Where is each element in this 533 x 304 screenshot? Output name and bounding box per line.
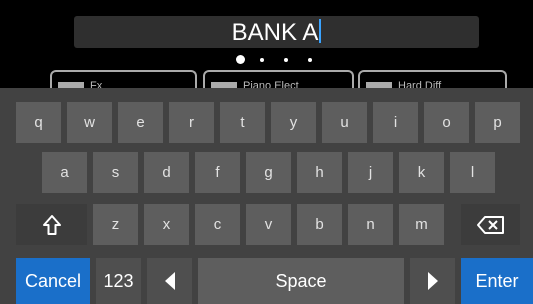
shift-key[interactable] <box>16 204 87 245</box>
page-dot-3 <box>284 58 288 62</box>
key-f[interactable]: f <box>195 152 240 193</box>
key-v[interactable]: v <box>246 204 291 245</box>
numbers-mode-key[interactable]: 123 <box>96 258 141 304</box>
name-input-text: BANK A <box>74 16 479 48</box>
key-h[interactable]: h <box>297 152 342 193</box>
key-l[interactable]: l <box>450 152 495 193</box>
on-screen-keyboard: q w e r t y u i o p a s d f g h j k l z … <box>0 88 533 304</box>
key-q[interactable]: q <box>16 102 61 143</box>
page-indicator <box>0 52 533 68</box>
name-input[interactable]: BANK A <box>74 16 479 48</box>
key-t[interactable]: t <box>220 102 265 143</box>
enter-button[interactable]: Enter <box>461 258 533 304</box>
key-z[interactable]: z <box>93 204 138 245</box>
backspace-icon <box>476 215 506 235</box>
key-m[interactable]: m <box>399 204 444 245</box>
key-j[interactable]: j <box>348 152 393 193</box>
page-dot-1 <box>236 55 245 64</box>
triangle-left-icon <box>163 271 177 291</box>
key-a[interactable]: a <box>42 152 87 193</box>
shift-arrow-icon <box>42 214 62 236</box>
key-o[interactable]: o <box>424 102 469 143</box>
key-u[interactable]: u <box>322 102 367 143</box>
key-w[interactable]: w <box>67 102 112 143</box>
key-r[interactable]: r <box>169 102 214 143</box>
key-p[interactable]: p <box>475 102 520 143</box>
cursor-right-key[interactable] <box>410 258 455 304</box>
name-value: BANK A <box>231 19 319 46</box>
key-k[interactable]: k <box>399 152 444 193</box>
key-y[interactable]: y <box>271 102 316 143</box>
text-caret <box>319 19 322 43</box>
key-i[interactable]: i <box>373 102 418 143</box>
key-g[interactable]: g <box>246 152 291 193</box>
key-e[interactable]: e <box>118 102 163 143</box>
space-key[interactable]: Space <box>198 258 404 304</box>
key-s[interactable]: s <box>93 152 138 193</box>
header-area: BANK A Fx Piano Elect Hard Diff <box>0 0 533 96</box>
key-b[interactable]: b <box>297 204 342 245</box>
key-c[interactable]: c <box>195 204 240 245</box>
cancel-button[interactable]: Cancel <box>16 258 90 304</box>
triangle-right-icon <box>426 271 440 291</box>
page-dot-4 <box>308 58 312 62</box>
page-dot-2 <box>260 58 264 62</box>
cursor-left-key[interactable] <box>147 258 192 304</box>
backspace-key[interactable] <box>461 204 520 245</box>
key-x[interactable]: x <box>144 204 189 245</box>
key-n[interactable]: n <box>348 204 393 245</box>
key-d[interactable]: d <box>144 152 189 193</box>
